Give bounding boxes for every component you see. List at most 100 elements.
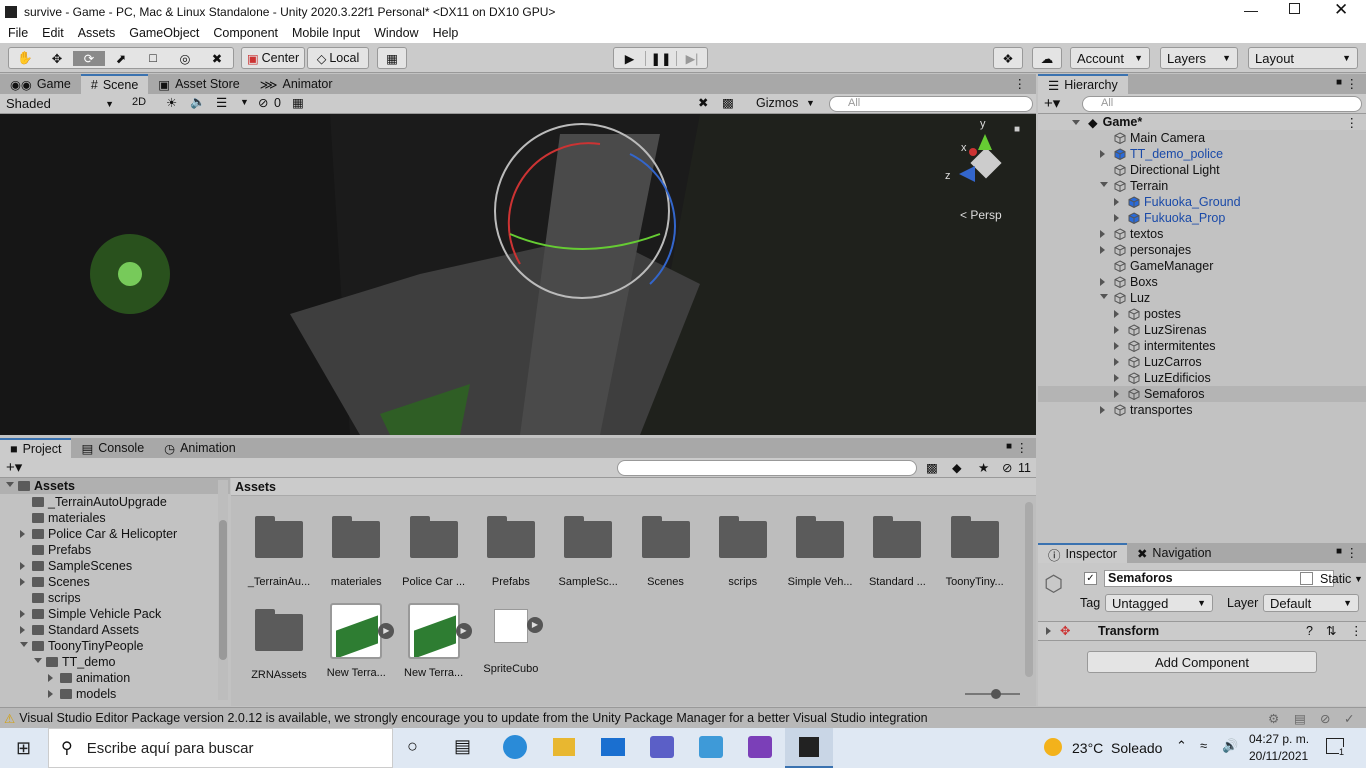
asset-item[interactable]: Standard ...: [861, 516, 933, 588]
expand-arrow-icon[interactable]: [1100, 278, 1105, 286]
teams-icon[interactable]: [650, 736, 674, 758]
effects-icon[interactable]: ☰: [216, 95, 227, 110]
mail-icon[interactable]: [601, 738, 625, 756]
clock-time[interactable]: 04:27 p. m.: [1249, 732, 1309, 746]
asset-item[interactable]: ZRNAssets: [243, 609, 315, 681]
filter-label-icon[interactable]: ◆: [952, 460, 962, 475]
more-options-icon[interactable]: ⋮: [1346, 76, 1359, 91]
audio-icon[interactable]: 🔈: [190, 95, 206, 110]
gizmos-dropdown-icon[interactable]: ▼: [806, 98, 815, 108]
hidden-packages-icon[interactable]: ⊘: [1002, 460, 1012, 475]
breadcrumb-assets[interactable]: Assets: [235, 480, 276, 494]
layout-dropdown[interactable]: Layout ▼: [1248, 47, 1358, 69]
tree-folder[interactable]: Scenes: [0, 574, 230, 590]
menu-window[interactable]: Window: [374, 26, 418, 40]
menu-component[interactable]: Component: [213, 26, 278, 40]
asset-item[interactable]: Police Car ...: [398, 516, 470, 588]
account-dropdown[interactable]: Account ▼: [1070, 47, 1150, 69]
tab-animation[interactable]: ◷ Animation: [154, 438, 246, 458]
expand-arrow-icon[interactable]: [1114, 390, 1119, 398]
scrollbar-thumb[interactable]: [219, 520, 227, 660]
taskbar-search[interactable]: ⚲ Escribe aquí para buscar: [48, 728, 393, 768]
hierarchy-item[interactable]: Luz: [1038, 290, 1366, 306]
camera-icon[interactable]: ▩: [722, 95, 734, 110]
expand-arrow-icon[interactable]: [1100, 294, 1108, 299]
expand-arrow-icon[interactable]: [20, 626, 25, 634]
hierarchy-item[interactable]: personajes: [1038, 242, 1366, 258]
more-options-icon[interactable]: ⋮: [1350, 623, 1363, 638]
hierarchy-item[interactable]: LuzEdificios: [1038, 370, 1366, 386]
pivot-local-toggle[interactable]: ◇ Local: [307, 47, 369, 69]
expand-arrow-icon[interactable]: [1114, 326, 1119, 334]
asset-item[interactable]: materiales: [320, 516, 392, 588]
volume-icon[interactable]: 🔊: [1222, 738, 1238, 754]
minimize-button[interactable]: —: [1244, 2, 1258, 18]
tree-folder[interactable]: Standard Assets: [0, 622, 230, 638]
rect-tool-icon[interactable]: □: [137, 51, 169, 65]
play-button[interactable]: ▶: [614, 51, 645, 66]
scene-viewport[interactable]: y x z < Persp ■: [0, 114, 1036, 435]
clock-date[interactable]: 20/11/2021: [1249, 749, 1308, 763]
expand-arrow-icon[interactable]: [1114, 374, 1119, 382]
expand-arrow-icon[interactable]: [20, 562, 25, 570]
tab-scene[interactable]: # Scene: [80, 74, 149, 94]
lock-icon[interactable]: ■: [1336, 546, 1342, 557]
lighting-icon[interactable]: ☀: [166, 95, 177, 110]
expand-arrow-icon[interactable]: [1114, 358, 1119, 366]
bug-icon[interactable]: ⚙: [1268, 711, 1279, 726]
hierarchy-item[interactable]: LuzSirenas: [1038, 322, 1366, 338]
hierarchy-item[interactable]: GameManager: [1038, 258, 1366, 274]
hierarchy-item[interactable]: Fukuoka_Ground: [1038, 194, 1366, 210]
hierarchy-item[interactable]: postes: [1038, 306, 1366, 322]
layers-dropdown[interactable]: Layers ▼: [1160, 47, 1238, 69]
tab-game[interactable]: ◉◉ Game: [0, 74, 81, 94]
asset-item[interactable]: ▶ New Terra...: [398, 603, 472, 679]
lock-icon[interactable]: ■: [1006, 441, 1012, 452]
asset-item[interactable]: Scenes: [630, 516, 702, 588]
tree-folder[interactable]: Prefabs: [0, 542, 230, 558]
task-view-icon[interactable]: ○: [407, 736, 418, 757]
tab-console[interactable]: ▤ Console: [71, 438, 154, 458]
expand-asset-icon[interactable]: ▶: [378, 623, 395, 639]
create-button[interactable]: +▾: [6, 458, 22, 476]
tree-root-assets[interactable]: Assets: [0, 478, 230, 494]
static-dropdown-icon[interactable]: ▼: [1354, 574, 1363, 584]
tree-folder[interactable]: models: [0, 686, 230, 702]
tab-animator[interactable]: ⋙ Animator: [250, 74, 343, 94]
tab-inspector[interactable]: ⓘ Inspector: [1038, 543, 1127, 563]
menu-gameobject[interactable]: GameObject: [129, 26, 199, 40]
project-search-input[interactable]: [617, 460, 917, 476]
more-options-icon[interactable]: ⋮: [1346, 115, 1359, 130]
weather-text[interactable]: 23°C Soleado: [1072, 740, 1162, 756]
help-icon[interactable]: ?: [1306, 624, 1313, 638]
maximize-button[interactable]: [1289, 3, 1300, 14]
tools-icon[interactable]: ✖: [698, 95, 708, 110]
hierarchy-search-input[interactable]: All: [1082, 96, 1362, 112]
cloud-button[interactable]: ☁: [1032, 47, 1062, 69]
add-component-button[interactable]: Add Component: [1087, 651, 1317, 673]
add-object-button[interactable]: +▾: [1044, 94, 1060, 112]
asset-item[interactable]: _TerrainAu...: [243, 516, 315, 588]
network-icon[interactable]: ≈: [1200, 738, 1207, 753]
asset-item[interactable]: ▶ SpriteCubo: [475, 609, 547, 675]
slider-handle[interactable]: [991, 689, 1001, 699]
tree-scrollbar[interactable]: [218, 480, 228, 700]
expand-arrow-icon[interactable]: [20, 578, 25, 586]
scene-search-input[interactable]: All: [829, 96, 1033, 112]
expand-arrow-icon[interactable]: [48, 690, 53, 698]
hierarchy-item[interactable]: Fukuoka_Prop: [1038, 210, 1366, 226]
pause-button[interactable]: ❚❚: [645, 50, 676, 66]
more-options-icon[interactable]: ⋮: [1346, 545, 1359, 560]
expand-arrow-icon[interactable]: [1114, 214, 1119, 222]
multitask-icon[interactable]: ▤: [454, 736, 471, 757]
tree-folder[interactable]: ToonyTinyPeople: [0, 638, 230, 654]
hierarchy-item[interactable]: TT_demo_police: [1038, 146, 1366, 162]
menu-help[interactable]: Help: [433, 26, 459, 40]
expand-arrow-icon[interactable]: [1100, 230, 1105, 238]
expand-arrow-icon[interactable]: [20, 530, 25, 538]
active-checkbox[interactable]: ✓: [1084, 572, 1097, 585]
expand-arrow-icon[interactable]: [1100, 150, 1105, 158]
hierarchy-item[interactable]: Semaforos: [1038, 386, 1366, 402]
expand-arrow-icon[interactable]: [1100, 406, 1105, 414]
expand-arrow-icon[interactable]: [1100, 246, 1105, 254]
